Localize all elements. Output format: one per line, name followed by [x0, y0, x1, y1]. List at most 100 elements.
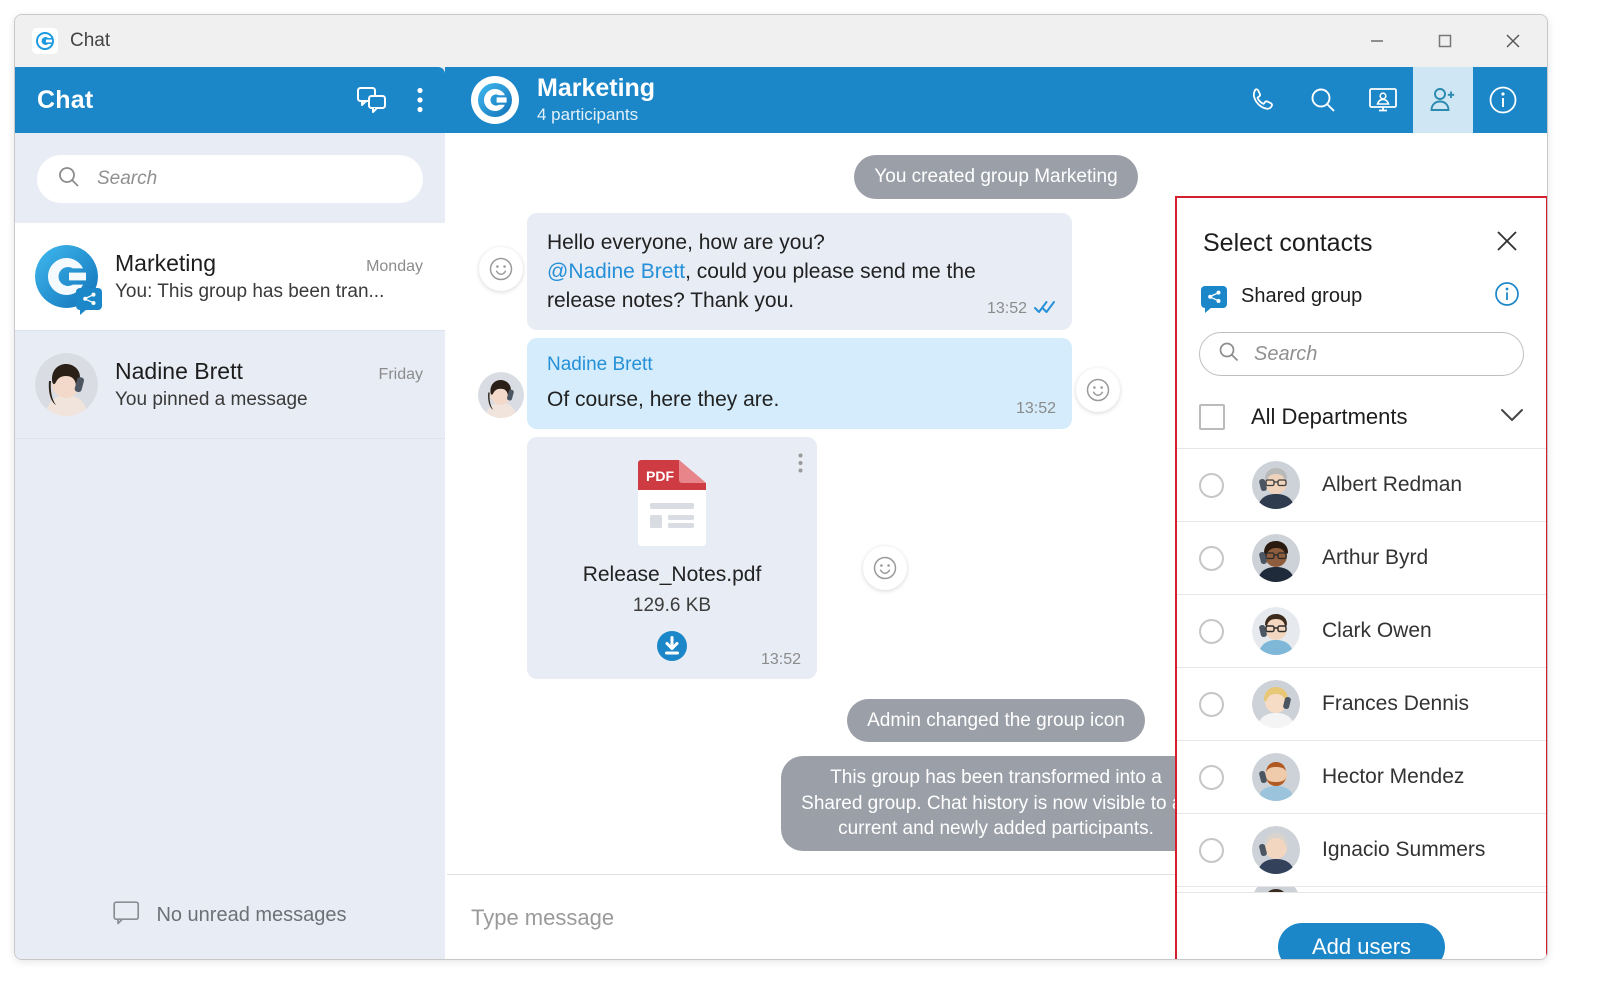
- more-vertical-icon[interactable]: [798, 453, 803, 478]
- message-meta: 13:52: [1016, 400, 1056, 418]
- message-text: Of course, here they are.: [547, 387, 780, 411]
- radio-unselected-icon[interactable]: [1199, 472, 1224, 498]
- add-person-icon[interactable]: [1413, 67, 1473, 133]
- chat-pane: Marketing 4 participants You created gro…: [445, 67, 1547, 959]
- radio-unselected-icon[interactable]: [1199, 691, 1224, 717]
- system-message: You created group Marketing: [445, 155, 1547, 199]
- message-input[interactable]: Type message: [471, 905, 614, 931]
- contacts-list: Albert Redman Arthur Byrd Clark Owen Fra…: [1177, 448, 1546, 892]
- shared-group-badge-icon: [76, 288, 102, 315]
- emoji-smile-icon[interactable]: [479, 246, 523, 291]
- minimize-icon[interactable]: [1343, 15, 1411, 67]
- woman-phone-avatar: [478, 371, 524, 418]
- chat-header-actions: [1233, 67, 1533, 133]
- message-time: 13:52: [760, 650, 801, 668]
- info-icon[interactable]: [1473, 67, 1533, 133]
- file-attachment-card[interactable]: PDF Release_Notes.pdf 129.6 KB 13:52: [527, 436, 817, 679]
- man-older-phone-avatar: [1252, 826, 1300, 874]
- contacts-search-input[interactable]: Search: [1199, 332, 1524, 376]
- chevron-down-icon[interactable]: [1500, 407, 1524, 428]
- list-item[interactable]: Marketing Monday You: This group has bee…: [15, 223, 445, 331]
- emoji-smile-icon[interactable]: [863, 545, 907, 590]
- message-line-3: release notes? Thank you.: [547, 288, 795, 312]
- shared-group-icon: [1201, 285, 1227, 313]
- app-logo-icon: [32, 28, 58, 54]
- system-message-text: This group has been transformed into a S…: [781, 756, 1211, 852]
- list-item[interactable]: Albert Redman: [1177, 448, 1546, 521]
- list-item[interactable]: Hector Mendez: [1177, 740, 1546, 813]
- chat-time: Friday: [378, 366, 423, 383]
- search-icon: [57, 165, 81, 194]
- unread-status-text: No unread messages: [156, 903, 347, 926]
- participants-count: 4 participants: [537, 104, 639, 124]
- sidebar-search-wrapper: Search: [15, 133, 445, 223]
- checkbox-unchecked-icon[interactable]: [1199, 404, 1225, 430]
- chat-header-titles: Marketing 4 participants: [537, 75, 655, 124]
- svg-text:PDF: PDF: [646, 468, 674, 484]
- contact-name: Clark Owen: [1322, 619, 1432, 642]
- message-meta: 13:52: [987, 300, 1056, 319]
- message-avatar-slot: [475, 338, 527, 418]
- chat-preview: You: This group has been tran...: [115, 281, 385, 302]
- list-item[interactable]: Clark Owen: [1177, 594, 1546, 667]
- system-message-text: Admin changed the group icon: [847, 698, 1145, 743]
- mention-link[interactable]: @Nadine Brett: [547, 260, 685, 283]
- pdf-file-icon: PDF: [636, 459, 708, 547]
- panel-search-wrapper: Search: [1177, 312, 1546, 376]
- system-message-text: You created group Marketing: [854, 155, 1138, 199]
- man-glasses-phone-avatar3: [1252, 607, 1300, 655]
- list-item[interactable]: Ignacio Summers: [1177, 813, 1546, 886]
- window-title: Chat: [70, 30, 111, 51]
- radio-unselected-icon[interactable]: [1199, 618, 1224, 644]
- message-time: 13:52: [986, 300, 1027, 318]
- select-contacts-panel: Select contacts Shared group Search All …: [1175, 196, 1547, 959]
- info-icon[interactable]: [1494, 281, 1520, 312]
- avatar: [35, 245, 102, 315]
- search-input[interactable]: Search: [37, 155, 423, 203]
- list-item[interactable]: Frances Dennis: [1177, 667, 1546, 740]
- list-item[interactable]: Arthur Byrd: [1177, 521, 1546, 594]
- close-icon[interactable]: [1494, 228, 1520, 259]
- message-line-1: Hello everyone, how are you?: [547, 230, 825, 254]
- double-check-icon: [1034, 300, 1056, 319]
- search-icon[interactable]: [1293, 67, 1353, 133]
- close-icon[interactable]: [1479, 15, 1547, 67]
- screen-share-icon[interactable]: [1353, 67, 1413, 133]
- radio-unselected-icon[interactable]: [1199, 764, 1224, 790]
- chat-time: Monday: [366, 258, 423, 275]
- shared-group-row: Shared group: [1177, 259, 1546, 313]
- sidebar-header-actions: [357, 87, 423, 113]
- list-item-content: Nadine Brett Friday You pinned a message: [115, 358, 423, 411]
- add-users-button[interactable]: Add users: [1277, 922, 1446, 959]
- message-bubble: Hello everyone, how are you? @Nadine Bre…: [527, 212, 1072, 330]
- contact-name: Ignacio Summers: [1322, 838, 1486, 861]
- message-time: 13:52: [1015, 399, 1056, 417]
- man-glasses-phone-avatar2: [1252, 534, 1300, 582]
- unread-status-bar: No unread messages: [15, 869, 445, 959]
- woman-blonde-phone-avatar: [1252, 680, 1300, 728]
- list-item-content: Marketing Monday You: This group has bee…: [115, 250, 423, 303]
- file-size: 129.6 KB: [632, 594, 712, 616]
- panel-title: Select contacts: [1203, 229, 1373, 257]
- radio-unselected-icon[interactable]: [1199, 837, 1224, 863]
- search-icon: [1218, 341, 1240, 368]
- man-glasses-phone-avatar: [1252, 461, 1300, 509]
- call-icon[interactable]: [1233, 67, 1293, 133]
- new-chat-icon[interactable]: [357, 87, 387, 113]
- message-bubble: Nadine Brett Of course, here they are. 1…: [527, 337, 1072, 429]
- file-name: Release_Notes.pdf: [582, 562, 762, 586]
- emoji-smile-icon[interactable]: [1076, 367, 1120, 412]
- contact-name: Arthur Byrd: [1322, 546, 1429, 569]
- radio-unselected-icon[interactable]: [1199, 545, 1224, 571]
- sidebar: Chat Search Marketing Monday You: This g…: [15, 67, 445, 959]
- more-vertical-icon[interactable]: [417, 87, 423, 113]
- contacts-search-placeholder: Search: [1254, 342, 1318, 365]
- sidebar-title: Chat: [37, 85, 94, 114]
- maximize-icon[interactable]: [1411, 15, 1479, 67]
- department-filter-row[interactable]: All Departments: [1177, 386, 1546, 448]
- title-bar: Chat: [15, 15, 1547, 67]
- list-item[interactable]: Nadine Brett Friday You pinned a message: [15, 331, 445, 439]
- department-label: All Departments: [1251, 404, 1408, 429]
- avatar: [35, 353, 98, 416]
- message-reaction-slot: [475, 213, 527, 291]
